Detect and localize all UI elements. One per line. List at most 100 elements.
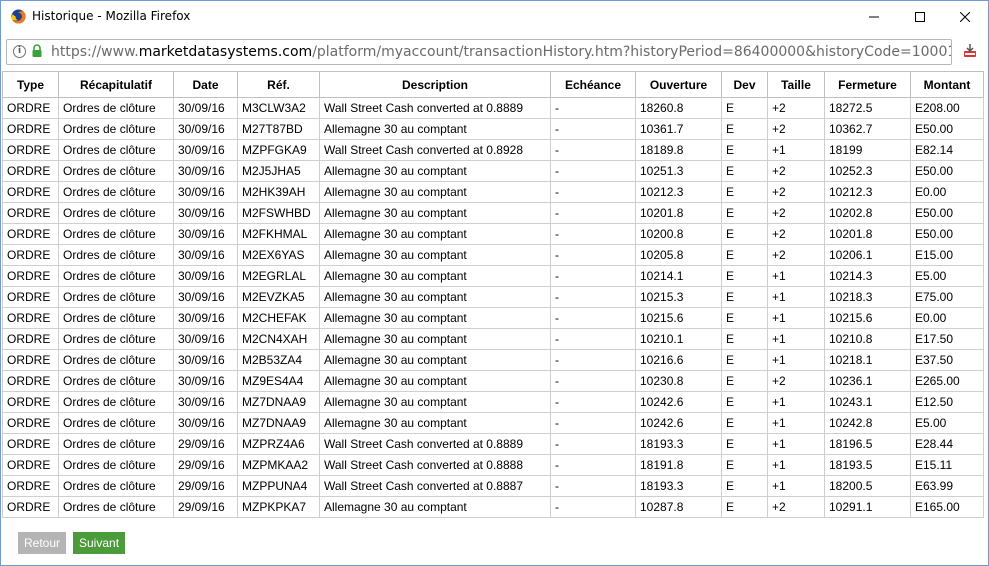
cell-taille: +1 [767,307,825,329]
cell-date: 30/09/16 [173,286,238,308]
cell-ref: MZPRZ4A6 [237,433,320,455]
table-row: ORDRE Ordres de clôture 30/09/16 M27T87BD Al… [2,118,984,140]
header-dev: Dev [721,71,768,98]
cell-description: Allemagne 30 au comptant [319,286,551,308]
info-icon[interactable]: i [13,45,26,58]
cell-recapitulatif: Ordres de clôture [58,328,174,350]
cell-montant: E12.50 [910,391,984,413]
cell-recapitulatif: Ordres de clôture [58,223,174,245]
table-row: ORDRE Ordres de clôture 30/09/16 M2HK39AH Al… [2,181,984,203]
cell-ref: M3CLW3A2 [237,97,320,119]
pocket-icon[interactable] [961,42,979,60]
cell-ouverture: 18193.3 [635,475,722,497]
minimize-icon [869,16,879,17]
cell-fermeture: 10252.3 [824,160,911,182]
cell-fermeture: 10201.8 [824,223,911,245]
cell-montant: E0.00 [910,181,984,203]
cell-montant: E0.00 [910,307,984,329]
cell-fermeture: 10236.1 [824,370,911,392]
cell-fermeture: 18199 [824,139,911,161]
cell-type: ORDRE [2,97,59,119]
cell-fermeture: 10206.1 [824,244,911,266]
cell-recapitulatif: Ordres de clôture [58,181,174,203]
maximize-button[interactable] [897,1,943,32]
minimize-button[interactable] [851,1,897,32]
cell-echeance: - [550,286,636,308]
header-ouverture: Ouverture [635,71,722,98]
cell-fermeture: 10210.8 [824,328,911,350]
cell-ref: M2CHEFAK [237,307,320,329]
cell-taille: +1 [767,286,825,308]
table-row: ORDRE Ordres de clôture 30/09/16 M2FSWHBD Al… [2,202,984,224]
cell-dev: E [721,118,768,140]
cell-echeance: - [550,223,636,245]
table-row: ORDRE Ordres de clôture 29/09/16 MZPPUNA4 Wa… [2,475,984,497]
cell-fermeture: 18272.5 [824,97,911,119]
url-text[interactable]: https://www.marketdatasystems.com/platfo… [51,44,951,60]
cell-taille: +2 [767,202,825,224]
table-row: ORDRE Ordres de clôture 30/09/16 MZ7DNAA9 Al… [2,391,984,413]
cell-fermeture: 10215.6 [824,307,911,329]
next-button[interactable]: Suivant [73,532,126,554]
cell-description: Wall Street Cash converted at 0.8888 [319,454,551,476]
firefox-icon [11,9,26,24]
cell-ouverture: 10216.6 [635,349,722,371]
cell-date: 30/09/16 [173,391,238,413]
cell-date: 30/09/16 [173,202,238,224]
cell-montant: E265.00 [910,370,984,392]
cell-type: ORDRE [2,202,59,224]
cell-description: Wall Street Cash converted at 0.8887 [319,475,551,497]
cell-echeance: - [550,244,636,266]
cell-ouverture: 18191.8 [635,454,722,476]
lock-icon[interactable] [31,44,43,58]
cell-echeance: - [550,412,636,434]
cell-type: ORDRE [2,391,59,413]
address-bar[interactable]: i https://www.marketdatasystems.com/plat… [6,39,952,65]
cell-ref: MZPFGKA9 [237,139,320,161]
cell-taille: +2 [767,160,825,182]
cell-ouverture: 10242.6 [635,391,722,413]
cell-dev: E [721,139,768,161]
cell-dev: E [721,307,768,329]
cell-taille: +2 [767,97,825,119]
cell-date: 30/09/16 [173,160,238,182]
cell-fermeture: 10362.7 [824,118,911,140]
close-button[interactable] [942,1,988,32]
cell-type: ORDRE [2,475,59,497]
cell-recapitulatif: Ordres de clôture [58,244,174,266]
cell-description: Allemagne 30 au comptant [319,160,551,182]
cell-description: Allemagne 30 au comptant [319,202,551,224]
cell-dev: E [721,433,768,455]
cell-dev: E [721,349,768,371]
cell-ouverture: 18189.8 [635,139,722,161]
cell-echeance: - [550,454,636,476]
cell-montant: E50.00 [910,223,984,245]
cell-dev: E [721,454,768,476]
header-date: Date [173,71,238,98]
cell-ref: M2CN4XAH [237,328,320,350]
cell-montant: E15.11 [910,454,984,476]
table-row: ORDRE Ordres de clôture 30/09/16 MZ9ES4A4 Al… [2,370,984,392]
transaction-history-table: Type Récapitulatif Date Réf. Description… [2,71,984,518]
cell-description: Allemagne 30 au comptant [319,181,551,203]
cell-echeance: - [550,97,636,119]
cell-montant: E75.00 [910,286,984,308]
cell-dev: E [721,475,768,497]
cell-type: ORDRE [2,412,59,434]
cell-description: Allemagne 30 au comptant [319,244,551,266]
cell-type: ORDRE [2,244,59,266]
cell-echeance: - [550,118,636,140]
cell-fermeture: 10202.8 [824,202,911,224]
cell-taille: +1 [767,433,825,455]
cell-fermeture: 10212.3 [824,181,911,203]
table-row: ORDRE Ordres de clôture 29/09/16 MZPKPKA7 Al… [2,496,984,518]
cell-type: ORDRE [2,139,59,161]
cell-fermeture: 10214.3 [824,265,911,287]
table-row: ORDRE Ordres de clôture 30/09/16 M2FKHMAL Al… [2,223,984,245]
back-button[interactable]: Retour [18,532,67,554]
cell-dev: E [721,97,768,119]
table-row: ORDRE Ordres de clôture 30/09/16 M2B53ZA4 Al… [2,349,984,371]
cell-recapitulatif: Ordres de clôture [58,349,174,371]
cell-recapitulatif: Ordres de clôture [58,286,174,308]
cell-type: ORDRE [2,496,59,518]
